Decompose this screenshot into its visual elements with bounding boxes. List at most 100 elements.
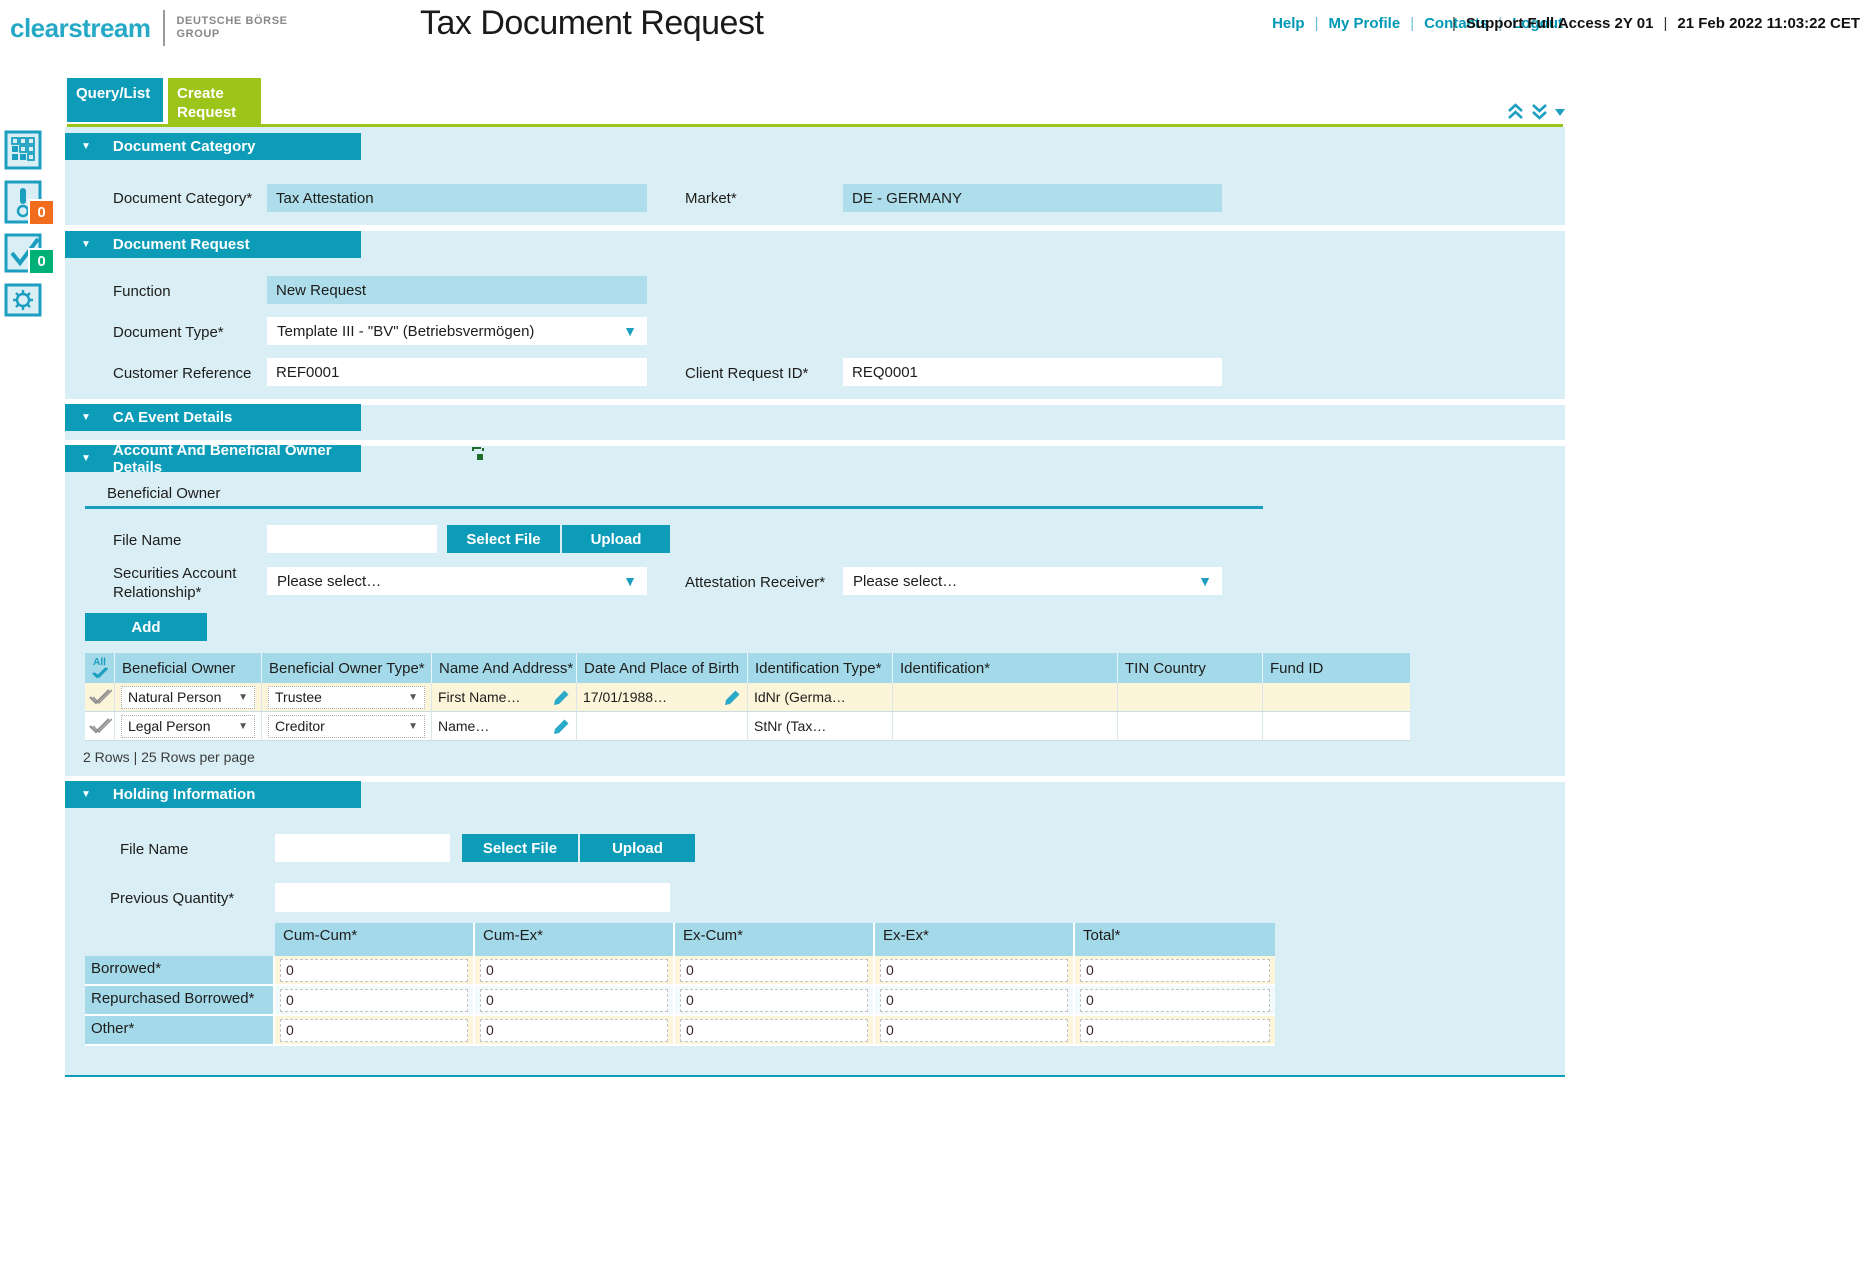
section-ca-event-details[interactable]: ▼ CA Event Details <box>65 404 361 431</box>
section-holding-information[interactable]: ▼ Holding Information <box>65 781 361 808</box>
section-document-request[interactable]: ▼ Document Request <box>65 231 361 258</box>
section-caret-icon: ▼ <box>81 789 91 800</box>
matrix-cell <box>275 986 475 1016</box>
owner-type-select[interactable]: Trustee ▼ <box>268 686 425 709</box>
borrowed-cum-ex-input[interactable] <box>480 959 668 982</box>
table-cell-id-type: IdNr (Germa… <box>748 683 893 712</box>
section-title: Holding Information <box>113 786 255 803</box>
holding-file-name-input[interactable] <box>275 834 450 862</box>
table-cell-fund-id <box>1263 683 1410 712</box>
bo-file-name-input[interactable] <box>267 525 437 553</box>
repurchased-cum-cum-input[interactable] <box>280 989 468 1012</box>
table-cell-name-address: First Name… <box>432 683 577 712</box>
client-request-id-input[interactable] <box>843 358 1222 386</box>
section-title: CA Event Details <box>113 409 232 426</box>
column-header: Name And Address* <box>432 653 577 683</box>
row-select-checkbox[interactable] <box>85 712 115 741</box>
holding-select-file-button[interactable]: Select File <box>462 834 578 862</box>
help-link[interactable]: Help <box>1272 15 1305 32</box>
birth-value: 17/01/1988… <box>583 689 667 705</box>
my-profile-link[interactable]: My Profile <box>1329 15 1401 32</box>
table-cell-fund-id <box>1263 712 1410 741</box>
document-type-select[interactable]: Template III - "BV" (Betriebsvermögen) ▼ <box>267 317 647 345</box>
repurchased-ex-cum-input[interactable] <box>680 989 868 1012</box>
table-cell-owner-type: Trustee ▼ <box>262 683 432 712</box>
section-title: Account And Beneficial Owner Details <box>113 442 361 476</box>
matrix-row-label: Borrowed* <box>85 956 275 986</box>
page: clearstream DEUTSCHE BÖRSE GROUP Tax Doc… <box>0 0 1873 1288</box>
beneficial-owner-select[interactable]: Natural Person ▼ <box>121 686 255 709</box>
collapse-all-icon[interactable] <box>1506 102 1525 121</box>
select-all-checkbox[interactable]: All <box>85 653 115 683</box>
row-select-checkbox[interactable] <box>85 683 115 712</box>
edit-pencil-icon[interactable] <box>553 718 570 735</box>
table-cell-beneficial-owner: Natural Person ▼ <box>115 683 262 712</box>
section-document-category[interactable]: ▼ Document Category <box>65 133 361 160</box>
holding-upload-button[interactable]: Upload <box>580 834 695 862</box>
matrix-row-label: Repurchased Borrowed* <box>85 986 275 1016</box>
matrix-cell <box>1075 1016 1275 1046</box>
chevron-down-icon: ▼ <box>1198 573 1212 589</box>
other-cum-ex-input[interactable] <box>480 1019 668 1042</box>
bo-select-file-button[interactable]: Select File <box>447 525 560 553</box>
matrix-column-header: Cum-Ex* <box>475 923 675 956</box>
edit-pencil-icon[interactable] <box>724 689 741 706</box>
form-content: ▼ Document Category Document Category* T… <box>65 127 1565 1077</box>
matrix-cell <box>875 956 1075 986</box>
securities-account-relationship-label: Securities Account Relationship* <box>113 564 236 602</box>
alerts-count-badge[interactable]: 0 <box>28 199 55 226</box>
other-total-input[interactable] <box>1080 1019 1270 1042</box>
matrix-cell <box>875 1016 1075 1046</box>
selected-value: Legal Person <box>128 718 211 734</box>
securities-account-relationship-select[interactable]: Please select… ▼ <box>267 567 647 595</box>
other-ex-ex-input[interactable] <box>880 1019 1068 1042</box>
market-value: DE - GERMANY <box>843 184 1222 212</box>
attestation-receiver-select[interactable]: Please select… ▼ <box>843 567 1222 595</box>
edit-pencil-icon[interactable] <box>553 689 570 706</box>
tab-query-list[interactable]: Query/List <box>67 78 163 122</box>
add-beneficial-owner-button[interactable]: Add <box>85 613 207 641</box>
table-pagination-info: 2 Rows | 25 Rows per page <box>83 749 255 765</box>
repurchased-ex-ex-input[interactable] <box>880 989 1068 1012</box>
id-type-value: IdNr (Germa… <box>754 689 846 705</box>
section-account-beneficial-owner[interactable]: ▼ Account And Beneficial Owner Details <box>65 445 361 472</box>
grid-menu-icon[interactable] <box>4 130 42 170</box>
sar-label-line1: Securities Account <box>113 565 236 582</box>
document-type-label: Document Type* <box>113 324 224 341</box>
menu-dropdown-icon[interactable] <box>1554 107 1566 117</box>
beneficial-owner-subsection-title: Beneficial Owner <box>107 485 220 502</box>
matrix-cell <box>275 1016 475 1046</box>
tab-create-request[interactable]: Create Request <box>168 78 261 127</box>
selected-value: Natural Person <box>128 689 221 705</box>
beneficial-owner-select[interactable]: Legal Person ▼ <box>121 715 255 738</box>
repurchased-total-input[interactable] <box>1080 989 1270 1012</box>
customer-reference-input[interactable] <box>267 358 647 386</box>
session-timestamp: 21 Feb 2022 11:03:22 CET <box>1677 15 1860 32</box>
section-caret-icon: ▼ <box>81 141 91 152</box>
matrix-cell <box>875 986 1075 1016</box>
repurchased-cum-ex-input[interactable] <box>480 989 668 1012</box>
borrowed-cum-cum-input[interactable] <box>280 959 468 982</box>
settings-gear-icon[interactable] <box>4 283 42 317</box>
borrowed-total-input[interactable] <box>1080 959 1270 982</box>
matrix-corner <box>85 923 275 956</box>
borrowed-ex-ex-input[interactable] <box>880 959 1068 982</box>
table-cell-identification <box>893 683 1118 712</box>
id-type-value: StNr (Tax… <box>754 718 826 734</box>
row-check-icon <box>88 689 112 705</box>
table-cell-owner-type: Creditor ▼ <box>262 712 432 741</box>
selected-value: Trustee <box>275 689 322 705</box>
owner-type-select[interactable]: Creditor ▼ <box>268 715 425 738</box>
matrix-row-label: Other* <box>85 1016 275 1046</box>
other-ex-cum-input[interactable] <box>680 1019 868 1042</box>
sar-selected-value: Please select… <box>277 573 381 590</box>
other-cum-cum-input[interactable] <box>280 1019 468 1042</box>
table-cell-tin-country <box>1118 712 1263 741</box>
brand-group-text: DEUTSCHE BÖRSE GROUP <box>177 15 288 41</box>
bo-upload-button[interactable]: Upload <box>562 525 670 553</box>
previous-quantity-input[interactable] <box>275 883 670 912</box>
expand-all-icon[interactable] <box>1530 102 1549 121</box>
borrowed-ex-cum-input[interactable] <box>680 959 868 982</box>
tasks-count-badge[interactable]: 0 <box>28 248 55 275</box>
matrix-column-header: Cum-Cum* <box>275 923 475 956</box>
